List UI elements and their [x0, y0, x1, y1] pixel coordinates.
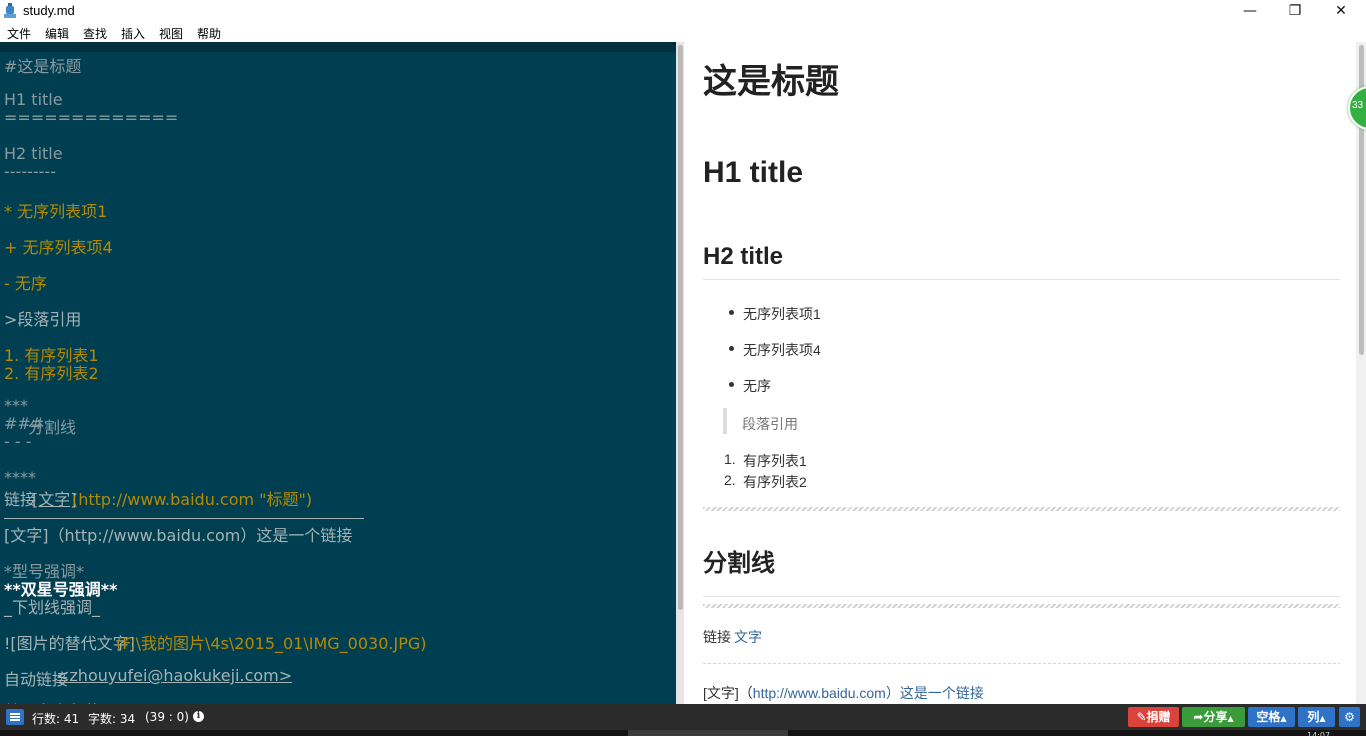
editor-line-heading: #这是标题 [4, 57, 82, 76]
preview-link[interactable]: 文字 [734, 627, 762, 647]
preview-ul-item-1: 无序列表项1 [743, 306, 821, 322]
menu-bar: 文件 编辑 查找 插入 视图 帮助 [0, 22, 1366, 42]
editor-line-rule3: **** [4, 468, 36, 487]
space-label: 空格 [1256, 710, 1281, 724]
editor-line-link2: [文字]（http://www.baidu.com）这是一个链接 [4, 526, 353, 545]
info-icon[interactable]: i [193, 711, 204, 722]
preview-last-line: [文字]（http://www.baidu.com）这是一个链接 [703, 683, 984, 703]
markdown-preview: 这是标题 H1 title H2 title 无序列表项1 无序列表项4 无序 … [684, 42, 1356, 704]
caret-up-icon: ▲ [1280, 714, 1287, 723]
horizontal-rule [703, 604, 1340, 608]
preview-ul-item-2: 无序列表项4 [743, 342, 821, 358]
close-button[interactable]: ✕ [1318, 0, 1364, 22]
preview-h1: H1 title [703, 156, 804, 189]
menu-view[interactable]: 视图 [159, 25, 183, 42]
bullet-icon [729, 346, 734, 351]
settings-button[interactable]: ⚙ [1339, 707, 1360, 727]
editor-line-underscore: _下划线强调_ [4, 598, 101, 617]
preview-link-prefix: 链接 [703, 629, 731, 645]
clock: 14:07 [1307, 731, 1331, 736]
menu-icon[interactable] [6, 709, 24, 725]
taskbar-segment [628, 730, 788, 736]
badge-number: 33 [1352, 100, 1364, 111]
caret-up-icon: ▲ [1227, 714, 1234, 723]
editor-line-h2: H2 title [4, 144, 63, 163]
editor-top-border [0, 42, 684, 52]
donate-label: 捐赠 [1146, 710, 1171, 724]
menu-insert[interactable]: 插入 [121, 25, 145, 42]
bullet-icon [729, 310, 734, 315]
horizontal-rule [703, 507, 1340, 511]
preview-url-link[interactable]: http://www.baidu.com [753, 685, 886, 701]
menu-file[interactable]: 文件 [7, 25, 31, 42]
menu-find[interactable]: 查找 [83, 25, 107, 42]
donate-button[interactable]: ✎捐赠 [1128, 707, 1179, 727]
h2-underline [703, 596, 1340, 597]
char-count: 字数: 34 [88, 712, 136, 726]
editor-underline-rule [4, 518, 364, 519]
title-bar: study.md — ❐ ✕ [0, 0, 1366, 22]
editor-line-h1-underline: ============= [4, 108, 179, 127]
editor-line-quote: >段落引用 [4, 310, 82, 329]
line-count: 行数: 41 [32, 712, 80, 726]
column-button[interactable]: 列▲ [1298, 707, 1335, 727]
editor-line-ul3: - 无序 [4, 274, 47, 293]
editor-line-ul1: * 无序列表项1 [4, 202, 108, 221]
dashed-rule [703, 663, 1340, 664]
preview-last-line-prefix: [文字]（ [703, 685, 753, 701]
caret-up-icon: ▲ [1319, 714, 1326, 723]
editor-line-img-path: (F:\我的图片\4s\2015_01\IMG_0030.JPG) [116, 634, 427, 653]
preview-last-line-suffix[interactable]: ）这是一个链接 [886, 685, 984, 701]
window-title: study.md [23, 3, 75, 18]
share-button[interactable]: ➦分享▲ [1182, 707, 1245, 727]
preview-ol-item-2: 有序列表2 [743, 474, 807, 490]
preview-title: 这是标题 [703, 63, 839, 101]
preview-h2-divider: 分割线 [703, 550, 775, 577]
blockquote-bar [723, 408, 727, 434]
h2-underline [703, 279, 1340, 280]
preview-h2: H2 title [703, 243, 784, 270]
editor-line-h1: H1 title [4, 90, 63, 109]
cursor-position: (39 : 0) [145, 710, 189, 724]
editor-line-rule2: - - - [4, 432, 32, 451]
share-label: 分享 [1203, 710, 1228, 724]
restore-button[interactable]: ❐ [1272, 0, 1318, 22]
editor-scrollbar-thumb[interactable] [678, 45, 683, 610]
editor-line-rule1: *** [4, 396, 28, 415]
preview-ul-item-3: 无序 [743, 378, 771, 394]
preview-ol-item-1: 有序列表1 [743, 453, 807, 469]
app-icon [4, 3, 16, 18]
gear-icon: ⚙ [1344, 710, 1355, 724]
editor-line-h3-text: 分割线 [28, 418, 77, 437]
editor-line-autolink: <zhouyufei@haokukeji.com> [56, 666, 293, 685]
editor-line-ul2: + 无序列表项4 [4, 238, 113, 257]
bullet-icon [729, 382, 734, 387]
leaf-icon: ✎ [1136, 710, 1147, 724]
editor-line-link-text: [文字] [32, 490, 77, 509]
editor-line-h2-underline: --------- [4, 162, 56, 181]
space-button[interactable]: 空格▲ [1248, 707, 1295, 727]
menu-help[interactable]: 帮助 [197, 25, 221, 42]
menu-edit[interactable]: 编辑 [45, 25, 69, 42]
preview-blockquote: 段落引用 [742, 416, 798, 432]
share-icon: ➦ [1193, 710, 1204, 724]
minimize-button[interactable]: — [1227, 0, 1273, 22]
editor-line-ol2: 2. 有序列表2 [4, 364, 99, 383]
markdown-editor[interactable] [0, 42, 676, 704]
column-label: 列 [1307, 710, 1320, 724]
preview-ol-number-1: 1. [724, 451, 736, 467]
preview-ol-number-2: 2. [724, 472, 736, 488]
editor-line-link-url: (http://www.baidu.com "标题") [72, 490, 313, 509]
